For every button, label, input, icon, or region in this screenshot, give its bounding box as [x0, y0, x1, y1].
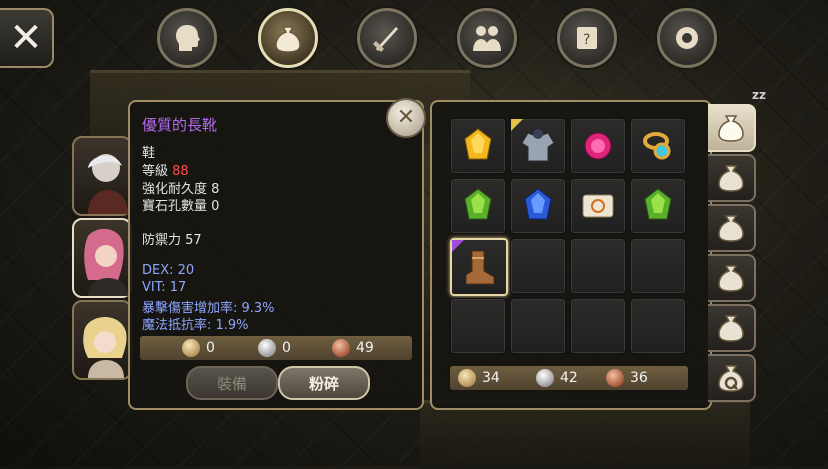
- topaz-gem-icon: [464, 128, 492, 160]
- head-icon: [176, 25, 200, 51]
- inventory-slot[interactable]: [630, 118, 686, 174]
- sell-price-bar: 0 0 49: [140, 336, 412, 360]
- silver-amount: 42: [560, 370, 578, 386]
- inventory-slot[interactable]: [570, 118, 626, 174]
- inventory-slot[interactable]: [510, 298, 566, 354]
- level-value: 88: [172, 164, 189, 179]
- item-name: 優質的長靴: [142, 116, 218, 134]
- gear-icon: [676, 27, 698, 49]
- bag-icon: [718, 115, 744, 142]
- copper-amount: 36: [630, 370, 648, 386]
- character-avatar: [88, 154, 128, 214]
- emerald-gem-icon: [644, 188, 672, 220]
- inventory-slot[interactable]: [450, 118, 506, 174]
- gold-ring-icon: [643, 132, 671, 160]
- inventory-slot[interactable]: [570, 238, 626, 294]
- gold-coin-icon: [182, 339, 200, 357]
- tab-skills[interactable]: [357, 8, 417, 68]
- bag-icon: [718, 215, 744, 242]
- party-icon: [473, 26, 501, 51]
- smash-button[interactable]: 粉碎: [278, 366, 370, 400]
- skill-icon: [373, 27, 398, 52]
- sleep-indicator: zz: [752, 88, 766, 102]
- bag-icon: [718, 265, 744, 292]
- item-level: 等級 88: [142, 160, 189, 179]
- close-icon: ✕: [396, 105, 416, 130]
- copper-coin-icon: [332, 339, 350, 357]
- tab-settings[interactable]: [657, 8, 717, 68]
- bag-icon: [718, 165, 744, 192]
- silver-coin-icon: [536, 369, 554, 387]
- close-detail-button[interactable]: ✕: [386, 98, 426, 138]
- inventory-slot[interactable]: [510, 118, 566, 174]
- character-avatar: [83, 316, 127, 378]
- tab-party[interactable]: [457, 8, 517, 68]
- price-silver: 0: [282, 340, 291, 356]
- inventory-slot[interactable]: [510, 238, 566, 294]
- inventory-slot[interactable]: [450, 178, 506, 234]
- inventory-slot[interactable]: [570, 178, 626, 234]
- inventory-slot[interactable]: [630, 238, 686, 294]
- gold-amount: 34: [482, 370, 500, 386]
- character-portrait[interactable]: [72, 300, 132, 380]
- bag-tab-4[interactable]: [708, 254, 756, 302]
- bag-icon: [275, 26, 301, 53]
- scroll-map-icon: [582, 194, 614, 218]
- bag-icon: [718, 315, 744, 342]
- item-type: 鞋: [142, 146, 156, 161]
- item-dex: DEX: 20: [142, 263, 195, 278]
- currency-bar: 34 42 36: [450, 366, 688, 390]
- inventory-slot[interactable]: [630, 298, 686, 354]
- item-vit: VIT: 17: [142, 280, 187, 295]
- item-magic-resist: 魔法抵抗率: 1.9%: [142, 318, 249, 333]
- inventory-panel: 34 42 36: [430, 100, 712, 410]
- bag-tab-5[interactable]: [708, 304, 756, 352]
- price-gold: 0: [206, 340, 215, 356]
- tab-character[interactable]: [157, 8, 217, 68]
- item-defense: 防禦力 57: [142, 233, 202, 248]
- bag-tab-quest[interactable]: [708, 354, 756, 402]
- tab-inventory[interactable]: [258, 8, 318, 68]
- equip-button[interactable]: 裝備: [186, 366, 278, 400]
- gold-coin-icon: [458, 369, 476, 387]
- inventory-slot[interactable]: [450, 298, 506, 354]
- character-avatar: [84, 228, 128, 296]
- svg-text:?: ?: [583, 32, 590, 48]
- character-portrait[interactable]: [72, 218, 132, 298]
- inventory-slot[interactable]: [510, 178, 566, 234]
- ruby-gem-icon: [584, 132, 612, 160]
- silver-coin-icon: [258, 339, 276, 357]
- emerald-gem-icon: [464, 188, 492, 220]
- bag-tab-1[interactable]: [708, 104, 756, 152]
- character-portrait[interactable]: [72, 136, 132, 216]
- armor-icon: [521, 129, 555, 162]
- scene-wall: [420, 400, 750, 469]
- level-label: 等級: [142, 164, 169, 179]
- quest-bag-icon: [718, 365, 744, 392]
- price-copper: 49: [356, 340, 374, 356]
- boots-icon: [465, 250, 495, 285]
- inventory-slot-selected[interactable]: [450, 238, 508, 296]
- bag-tab-3[interactable]: [708, 204, 756, 252]
- item-detail-panel: 優質的長靴 鞋 等級 88 強化耐久度 8 寶石孔數量 0 防禦力 57 DEX…: [128, 100, 424, 410]
- close-menu-button[interactable]: ✕: [0, 8, 54, 68]
- close-icon: ✕: [9, 15, 43, 61]
- bag-tab-2[interactable]: [708, 154, 756, 202]
- quest-scroll-icon: ?: [577, 27, 597, 49]
- inventory-slot[interactable]: [570, 298, 626, 354]
- copper-coin-icon: [606, 369, 624, 387]
- inventory-slot[interactable]: [630, 178, 686, 234]
- item-gem-slots: 寶石孔數量 0: [142, 199, 220, 214]
- tab-quests[interactable]: ?: [557, 8, 617, 68]
- sapphire-gem-icon: [524, 188, 552, 220]
